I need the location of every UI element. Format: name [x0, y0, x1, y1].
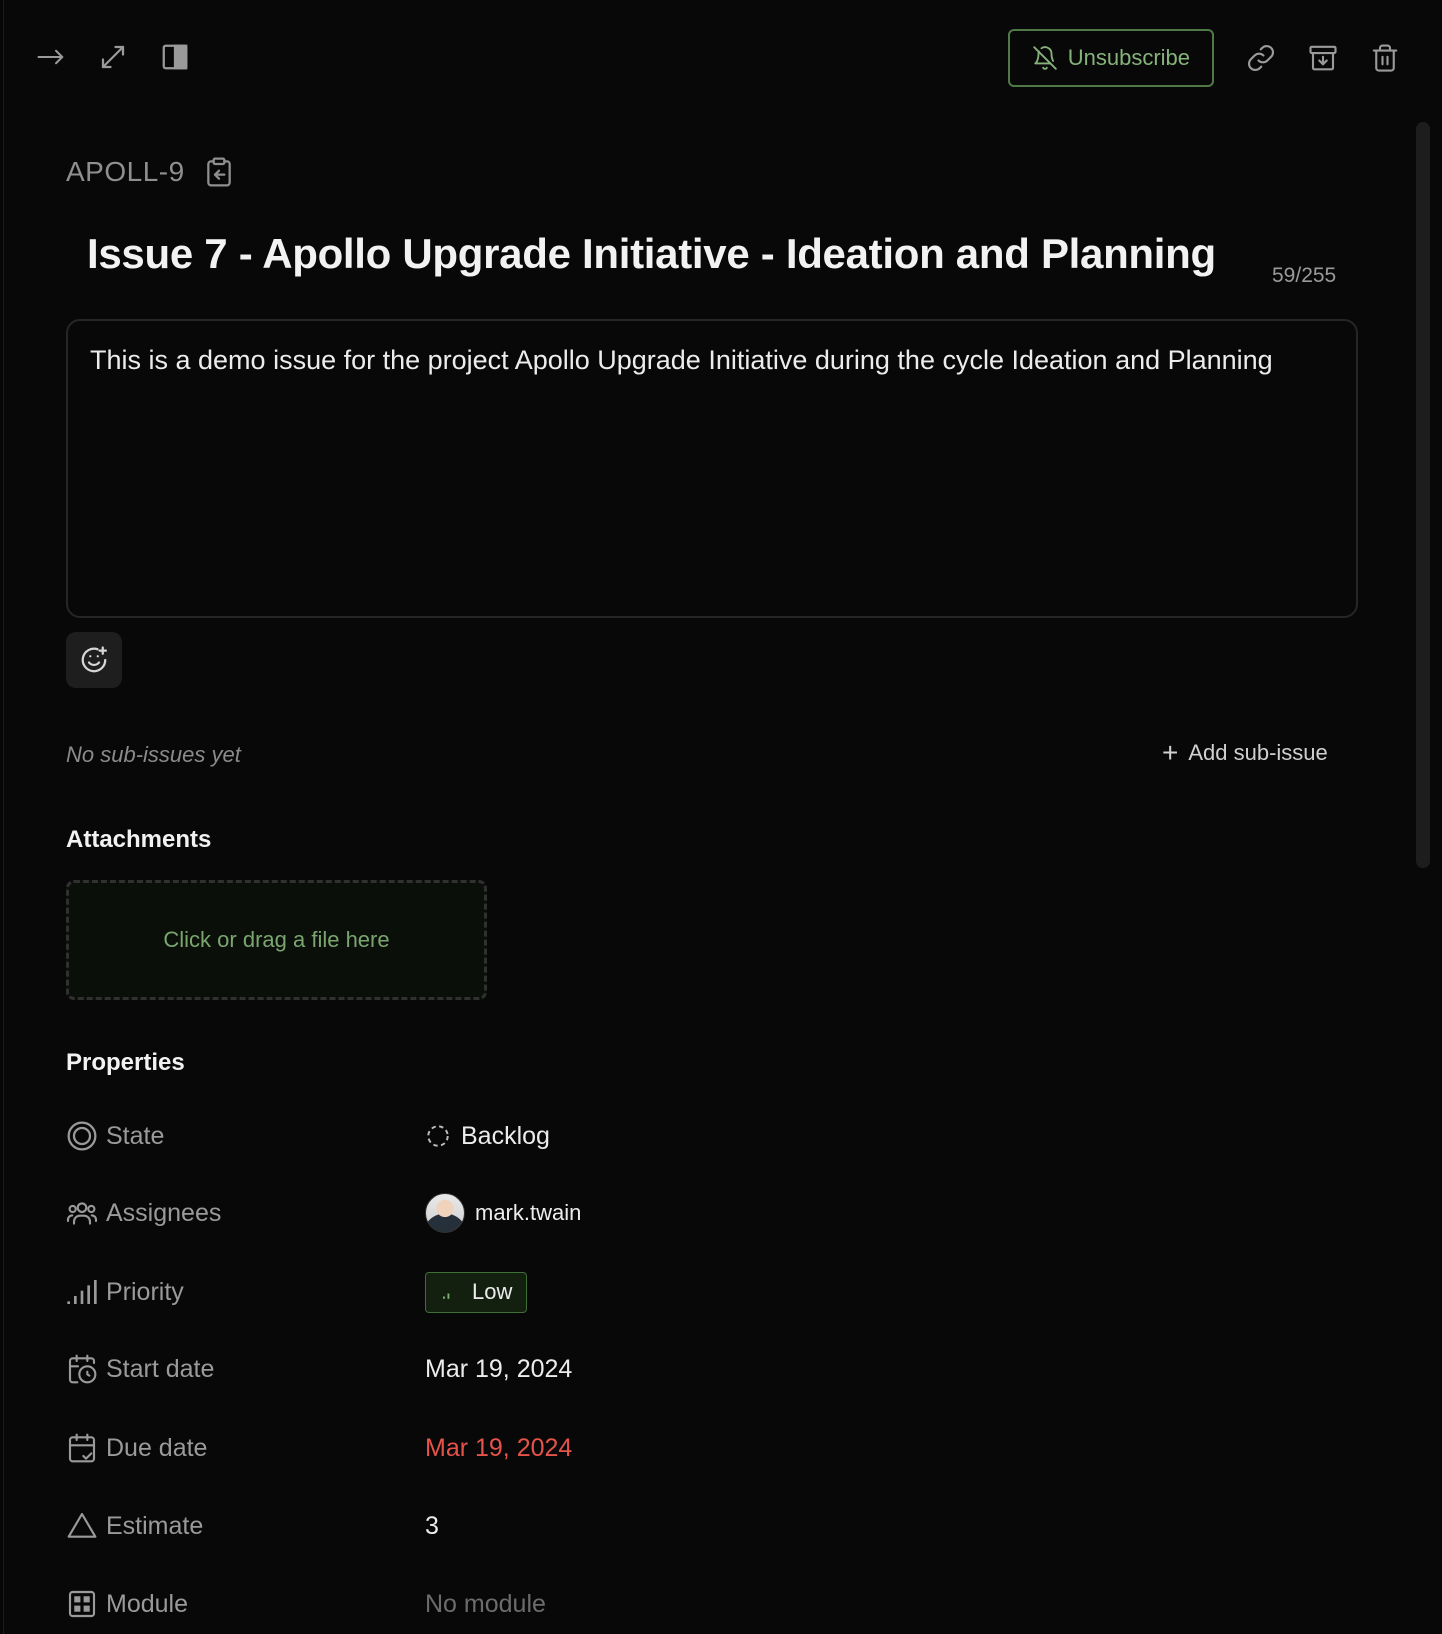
property-module: Module No module [66, 1584, 546, 1624]
dropzone-text: Click or drag a file here [163, 927, 390, 952]
signal-low-icon [443, 1293, 450, 1299]
state-label: State [106, 1121, 165, 1150]
module-label: Module [106, 1589, 188, 1618]
priority-dropdown[interactable]: Low [425, 1271, 528, 1313]
module-icon [68, 1590, 96, 1618]
assignees-dropdown[interactable]: mark.twain [425, 1193, 581, 1233]
estimate-dropdown[interactable]: 3 [425, 1512, 439, 1541]
issue-title[interactable]: Issue 7 - Apollo Upgrade Initiative - Id… [87, 230, 1216, 278]
add-sub-issue-button[interactable]: + Add sub-issue [1162, 737, 1328, 768]
add-sub-issue-label: Add sub-issue [1188, 740, 1328, 765]
trash-icon[interactable] [1368, 41, 1402, 75]
arrow-right-icon[interactable] [34, 40, 68, 74]
properties-heading: Properties [66, 1049, 185, 1076]
priority-icon [67, 1280, 97, 1304]
archive-icon[interactable] [1306, 41, 1340, 75]
state-value: Backlog [461, 1121, 550, 1150]
priority-label: Priority [106, 1277, 184, 1306]
due-date-value: Mar 19, 2024 [425, 1433, 573, 1462]
due-date-picker[interactable]: Mar 19, 2024 [425, 1434, 572, 1463]
property-start-date: Start date Mar 19, 2024 [66, 1349, 572, 1389]
state-dropdown[interactable]: Backlog [425, 1122, 550, 1151]
priority-value: Low [472, 1279, 513, 1304]
description-editor[interactable]: This is a demo issue for the project Apo… [66, 319, 1358, 618]
plus-icon: + [1162, 737, 1179, 768]
scrollbar[interactable] [1416, 122, 1430, 868]
attachments-heading: Attachments [66, 826, 212, 853]
title-char-count: 59/255 [1272, 264, 1337, 287]
unsubscribe-button[interactable]: Unsubscribe [1007, 29, 1214, 87]
module-dropdown[interactable]: No module [425, 1590, 546, 1619]
property-priority: Priority Low [66, 1271, 528, 1313]
property-state: State Backlog [66, 1116, 550, 1156]
property-estimate: Estimate 3 [66, 1506, 439, 1546]
assignee-name: mark.twain [475, 1200, 582, 1225]
assignees-label: Assignees [106, 1198, 222, 1227]
avatar [425, 1193, 465, 1233]
start-date-label: Start date [106, 1354, 215, 1383]
toolbar-right: Unsubscribe [1007, 29, 1402, 87]
no-sub-issues-text: No sub-issues yet [66, 742, 241, 767]
estimate-value: 3 [425, 1511, 439, 1540]
estimate-label: Estimate [106, 1511, 204, 1540]
unsubscribe-label: Unsubscribe [1067, 45, 1190, 70]
expand-icon[interactable] [96, 40, 130, 74]
module-value: No module [425, 1589, 546, 1618]
issue-peek-panel: Unsubscribe APOLL-9 Issue 7 - Apollo Upg… [3, 0, 1442, 1634]
start-date-picker[interactable]: Mar 19, 2024 [425, 1355, 572, 1384]
start-date-value: Mar 19, 2024 [425, 1354, 573, 1383]
issue-id: APOLL-9 [66, 156, 185, 187]
state-icon [67, 1121, 97, 1151]
property-assignees: Assignees mark.twain [66, 1193, 581, 1233]
bell-off-icon [1032, 46, 1057, 70]
calendar-check-icon [68, 1433, 96, 1463]
triangle-icon [67, 1512, 97, 1538]
due-date-label: Due date [106, 1433, 208, 1462]
side-panel-icon[interactable] [158, 40, 192, 74]
calendar-clock-icon [68, 1354, 97, 1384]
users-icon [66, 1202, 98, 1225]
add-reaction-button[interactable] [66, 632, 122, 688]
issue-id-row: APOLL-9 [66, 156, 235, 188]
link-icon[interactable] [1244, 41, 1278, 75]
property-due-date: Due date Mar 19, 2024 [66, 1428, 572, 1468]
smile-plus-icon [81, 646, 107, 673]
attachment-dropzone[interactable]: Click or drag a file here [66, 880, 487, 1000]
copy-id-icon[interactable] [203, 156, 235, 188]
priority-badge: Low [425, 1271, 528, 1313]
toolbar-left [34, 40, 192, 74]
backlog-icon [427, 1125, 449, 1147]
